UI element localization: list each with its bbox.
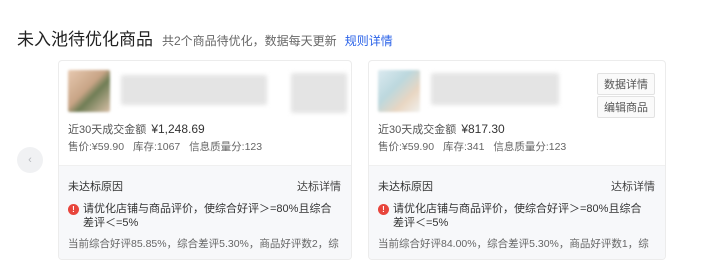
product-title-blurred (121, 75, 267, 105)
product-card: 近30天成交金额 ¥1,248.69 售价:¥59.90 库存:1067 信息质… (58, 60, 352, 260)
sales-label: 近30天成交金额 (68, 124, 147, 136)
product-meta: 售价:¥59.90 库存:341 信息质量分:123 (378, 139, 566, 154)
reason-title: 未达标原因 (68, 181, 123, 193)
section-header: 未入池待优化商品 共2个商品待优化，数据每天更新 规则详情 (17, 25, 393, 50)
reason-panel: 未达标原因 达标详情 ! 请优化店铺与商品评价，使综合好评＞=80%且综合差评＜… (59, 165, 351, 259)
sales-30d: 近30天成交金额 ¥817.30 (378, 121, 505, 137)
warning-icon: ! (68, 204, 79, 215)
product-thumbnail[interactable] (378, 70, 420, 112)
reason-title: 未达标原因 (378, 181, 433, 193)
edit-product-button[interactable]: 编辑商品 (597, 96, 655, 118)
stock: 库存:1067 (132, 141, 181, 153)
stock: 库存:341 (442, 141, 485, 153)
price: 售价:¥59.90 (378, 141, 435, 153)
sales-amount: ¥1,248.69 (151, 122, 205, 136)
product-card: 数据详情 编辑商品 近30天成交金额 ¥817.30 售价:¥59.90 库存:… (368, 60, 666, 260)
product-meta: 售价:¥59.90 库存:1067 信息质量分:123 (68, 139, 262, 154)
sales-30d: 近30天成交金额 ¥1,248.69 (68, 121, 205, 137)
section-subtitle: 共2个商品待优化，数据每天更新 (162, 34, 337, 48)
qualify-detail-link[interactable]: 达标详情 (611, 178, 655, 194)
reason-panel: 未达标原因 达标详情 ! 请优化店铺与商品评价，使综合好评＞=80%且综合差评＜… (369, 165, 665, 259)
reason-detail: 当前综合好评84.00%，综合差评5.30%，商品好评数1，综 (378, 238, 649, 250)
sales-label: 近30天成交金额 (378, 124, 457, 136)
prev-arrow-button[interactable]: ‹ (17, 147, 43, 173)
product-title-blurred (431, 73, 559, 105)
rules-detail-link[interactable]: 规则详情 (345, 32, 393, 49)
data-detail-button[interactable]: 数据详情 (597, 73, 655, 95)
qualify-detail-link[interactable]: 达标详情 (297, 178, 341, 194)
price: 售价:¥59.90 (68, 141, 125, 153)
reason-text: 请优化店铺与商品评价，使综合好评＞=80%且综合差评＜=5% (83, 203, 332, 229)
product-action-blurred (291, 73, 347, 113)
sales-amount: ¥817.30 (461, 122, 505, 136)
reason-detail: 当前综合好评85.85%，综合差评5.30%，商品好评数2，综 (68, 238, 339, 250)
chevron-left-icon: ‹ (28, 154, 32, 166)
section-title: 未入池待优化商品 (17, 30, 153, 49)
reason-text: 请优化店铺与商品评价，使综合好评＞=80%且综合差评＜=5% (393, 203, 642, 229)
quality-score: 信息质量分:123 (189, 141, 263, 153)
product-thumbnail[interactable] (68, 70, 110, 112)
warning-icon: ! (378, 204, 389, 215)
quality-score: 信息质量分:123 (493, 141, 567, 153)
